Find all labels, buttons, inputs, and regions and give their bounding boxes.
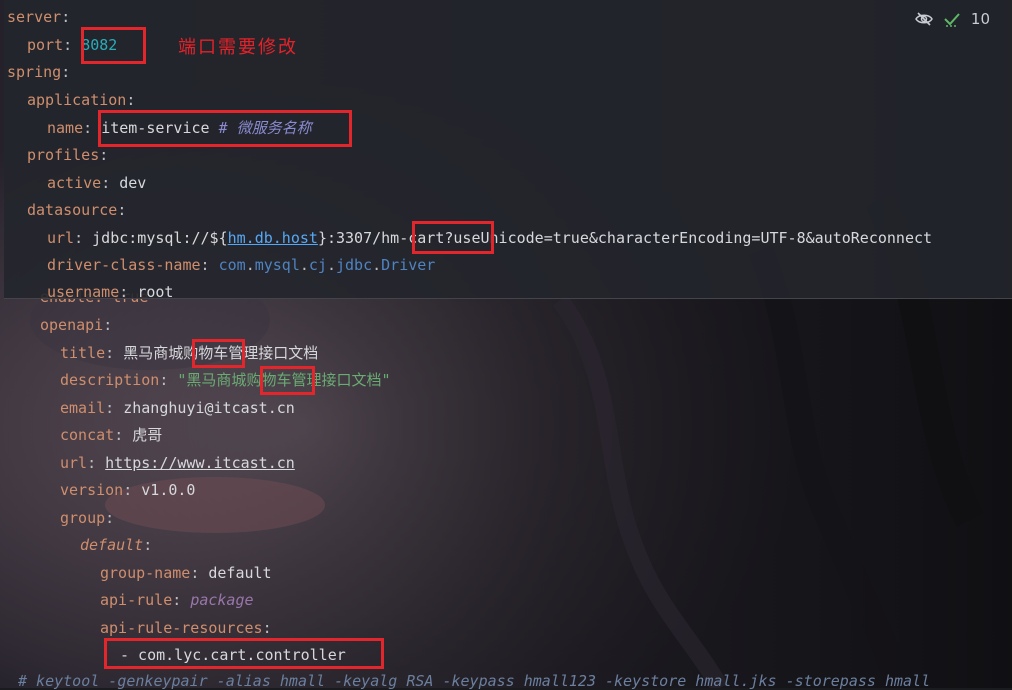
group-name-key: group-name (100, 564, 191, 582)
highlight-box-description (260, 366, 315, 395)
active-key: active (47, 174, 102, 192)
application-key: application (27, 91, 127, 109)
username-key: username (47, 283, 120, 301)
code-line-version: version: v1.0.0 (60, 481, 196, 499)
eye-slash-icon[interactable] (915, 11, 933, 27)
username-value: root (137, 283, 174, 301)
title-prefix: 黑马商城 (123, 344, 184, 362)
highlight-box-service-name (98, 110, 352, 147)
code-line-description: description: "黑马商城购物车管理接口文档" (60, 371, 391, 389)
server-key: server (7, 8, 62, 26)
code-line-concat: concat: 虎哥 (60, 426, 163, 444)
highlight-box-port (81, 27, 146, 64)
api-rule-resources-key: api-rule-resources (100, 619, 263, 637)
group-name-value: default (208, 564, 272, 582)
version-key: version (60, 481, 124, 499)
bottom-comment: # keytool -genkeypair -alias hmall -keya… (18, 672, 931, 690)
openapi-key: openapi (40, 316, 104, 334)
email-value: zhanghuyi@itcast.cn (123, 399, 295, 417)
email-key: email (60, 399, 106, 417)
url-key: url (60, 454, 88, 472)
spring-key: spring (7, 63, 62, 81)
popup-line-profiles: profiles: (27, 146, 109, 164)
datasource-key: datasource (27, 201, 118, 219)
popup-line-spring: spring: (7, 63, 71, 81)
group-key: group (60, 509, 106, 527)
highlight-box-title (192, 339, 245, 368)
highlight-box-controller (104, 638, 384, 669)
check-icon[interactable] (943, 11, 961, 27)
port-key: port (27, 36, 64, 54)
api-rule-value: package (190, 591, 254, 609)
inspection-count: 10 (970, 10, 990, 28)
popup-line-driver: driver-class-name: com.mysql.cj.jdbc.Dri… (47, 256, 436, 274)
quick-definition-popup[interactable]: 10 server: port: 8082 spring: applicatio… (4, 0, 1012, 301)
concat-value: 虎哥 (132, 426, 163, 444)
concat-key: concat (60, 426, 115, 444)
profiles-key: profiles (27, 146, 100, 164)
code-line-url: url: https://www.itcast.cn (60, 454, 295, 472)
title-key: title (60, 344, 106, 362)
url-key: url (47, 229, 75, 247)
active-value: dev (119, 174, 147, 192)
annotation-note: 端口需要修改 (178, 37, 298, 58)
url-link[interactable]: https://www.itcast.cn (105, 454, 295, 472)
code-line-group-name: group-name: default (100, 564, 272, 582)
popup-line-application: application: (27, 91, 136, 109)
popup-line-username: username: root (47, 283, 174, 301)
code-line-api-rule: api-rule: package (100, 591, 254, 609)
code-line-title: title: 黑马商城购物车管理接口文档 (60, 344, 319, 362)
code-line-email: email: zhanghuyi@itcast.cn (60, 399, 295, 417)
driver-key: driver-class-name (47, 256, 201, 274)
code-line-api-rule-resources: api-rule-resources: (100, 619, 272, 637)
driver-class[interactable]: Driver (381, 256, 435, 274)
description-prefix: "黑马商城 (177, 371, 247, 389)
db-host-ref[interactable]: hm.db.host (228, 229, 318, 247)
api-rule-key: api-rule (100, 591, 173, 609)
popup-line-datasource: datasource: (27, 201, 127, 219)
inspection-widget[interactable]: 10 (915, 10, 990, 28)
code-line-default: default: (80, 536, 153, 554)
popup-line-active: active: dev (47, 174, 147, 192)
popup-line-server: server: (7, 8, 71, 26)
highlight-box-database (412, 221, 494, 254)
code-line-openapi: openapi: (40, 316, 113, 334)
version-value: v1.0.0 (141, 481, 196, 499)
code-line-group: group: (60, 509, 115, 527)
name-key: name (47, 119, 84, 137)
default-key: default (80, 536, 144, 554)
description-key: description (60, 371, 160, 389)
